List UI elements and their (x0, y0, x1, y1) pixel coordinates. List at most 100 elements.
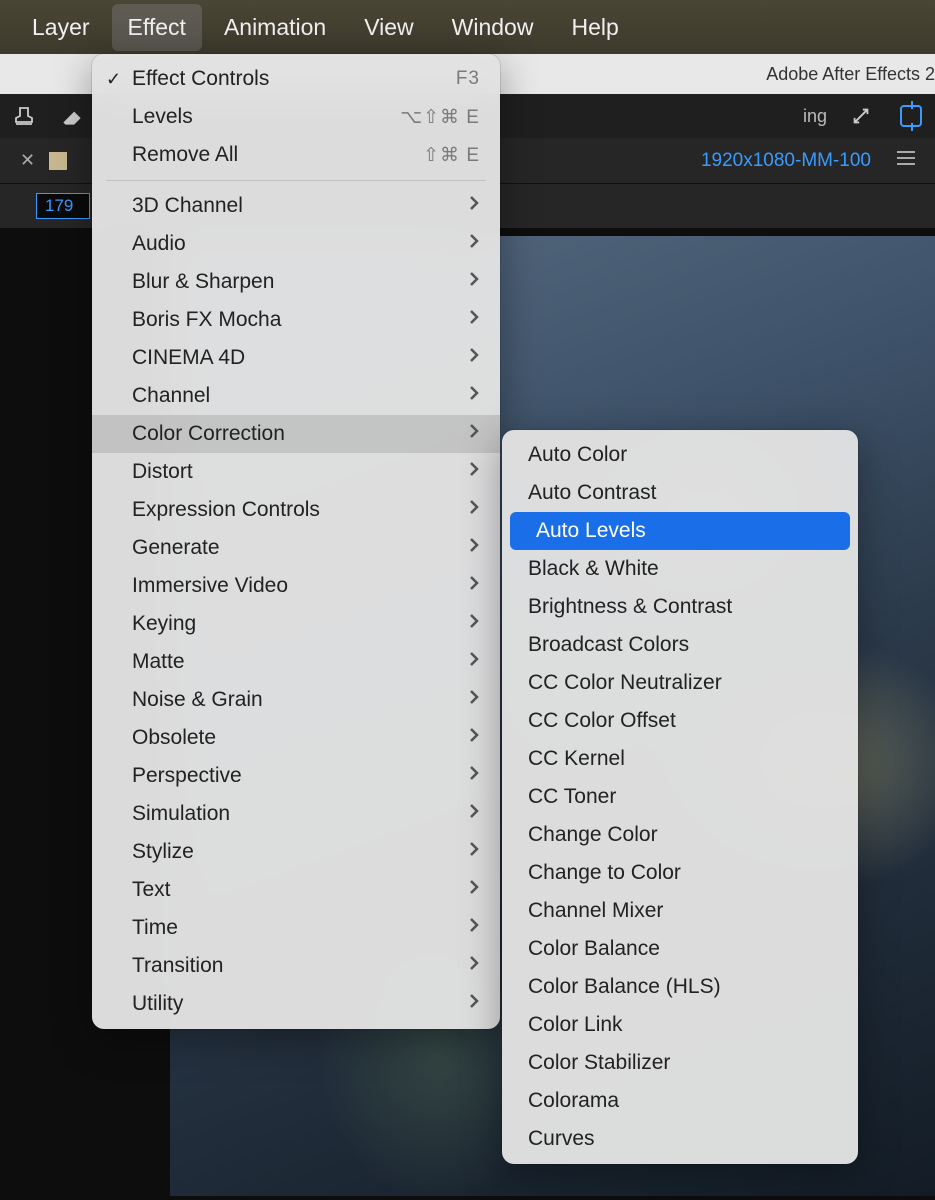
menu-category-time[interactable]: Time (92, 909, 500, 947)
menu-item-label: Keying (132, 612, 196, 636)
close-tab-icon[interactable]: ✕ (20, 150, 35, 171)
menu-category-generate[interactable]: Generate (92, 529, 500, 567)
menu-category-text[interactable]: Text (92, 871, 500, 909)
menu-effect[interactable]: Effect (112, 4, 202, 51)
menu-item-label: CINEMA 4D (132, 346, 245, 370)
submenu-auto-levels[interactable]: Auto Levels (510, 512, 850, 550)
menu-remove-all[interactable]: Remove All ⇧⌘ E (92, 136, 500, 174)
submenu-cc-toner[interactable]: CC Toner (502, 778, 858, 816)
chevron-right-icon (468, 650, 480, 674)
chevron-right-icon (468, 992, 480, 1016)
chevron-right-icon (468, 232, 480, 256)
numeric-input[interactable] (36, 193, 90, 219)
menu-item-label: Matte (132, 650, 185, 674)
menu-item-label: CC Kernel (528, 747, 625, 771)
submenu-change-to-color[interactable]: Change to Color (502, 854, 858, 892)
submenu-cc-color-offset[interactable]: CC Color Offset (502, 702, 858, 740)
menu-item-label: Change to Color (528, 861, 681, 885)
submenu-auto-contrast[interactable]: Auto Contrast (502, 474, 858, 512)
menu-category-audio[interactable]: Audio (92, 225, 500, 263)
menu-item-label: Color Link (528, 1013, 623, 1037)
menu-item-label: Perspective (132, 764, 242, 788)
shortcut-label: F3 (456, 68, 480, 90)
menu-item-label: Color Balance (HLS) (528, 975, 721, 999)
menu-item-label: Time (132, 916, 178, 940)
submenu-channel-mixer[interactable]: Channel Mixer (502, 892, 858, 930)
chevron-right-icon (468, 612, 480, 636)
composition-name[interactable]: 1920x1080-MM-100 (701, 150, 871, 172)
menu-item-label: Levels (132, 105, 193, 129)
snapping-icon[interactable] (895, 100, 927, 132)
menu-category-utility[interactable]: Utility (92, 985, 500, 1023)
submenu-color-stabilizer[interactable]: Color Stabilizer (502, 1044, 858, 1082)
menu-category-immersive-video[interactable]: Immersive Video (92, 567, 500, 605)
menu-item-label: Color Stabilizer (528, 1051, 670, 1075)
submenu-color-balance[interactable]: Color Balance (502, 930, 858, 968)
menu-category-blur-sharpen[interactable]: Blur & Sharpen (92, 263, 500, 301)
chevron-right-icon (468, 536, 480, 560)
panel-menu-icon[interactable] (897, 151, 915, 170)
submenu-black-white[interactable]: Black & White (502, 550, 858, 588)
menu-category-cinema-4d[interactable]: CINEMA 4D (92, 339, 500, 377)
menu-item-label: Color Balance (528, 937, 660, 961)
menu-category-transition[interactable]: Transition (92, 947, 500, 985)
submenu-brightness-contrast[interactable]: Brightness & Contrast (502, 588, 858, 626)
menu-category-color-correction[interactable]: Color Correction (92, 415, 500, 453)
menu-category-expression-controls[interactable]: Expression Controls (92, 491, 500, 529)
submenu-curves[interactable]: Curves (502, 1120, 858, 1158)
menu-item-label: Obsolete (132, 726, 216, 750)
menu-animation[interactable]: Animation (208, 4, 342, 51)
menu-item-label: Auto Contrast (528, 481, 656, 505)
menu-item-label: Color Correction (132, 422, 285, 446)
chevron-right-icon (468, 270, 480, 294)
menu-category-simulation[interactable]: Simulation (92, 795, 500, 833)
submenu-auto-color[interactable]: Auto Color (502, 436, 858, 474)
menu-item-label: Effect Controls (132, 67, 269, 91)
submenu-cc-color-neutralizer[interactable]: CC Color Neutralizer (502, 664, 858, 702)
submenu-colorama[interactable]: Colorama (502, 1082, 858, 1120)
chevron-right-icon (468, 308, 480, 332)
menu-item-label: 3D Channel (132, 194, 243, 218)
chevron-right-icon (468, 384, 480, 408)
menu-levels[interactable]: Levels ⌥⇧⌘ E (92, 98, 500, 136)
menu-window[interactable]: Window (436, 4, 550, 51)
menu-item-label: Channel (132, 384, 210, 408)
menu-category-obsolete[interactable]: Obsolete (92, 719, 500, 757)
menu-view[interactable]: View (348, 4, 429, 51)
menu-item-label: Channel Mixer (528, 899, 663, 923)
submenu-color-balance-hls-[interactable]: Color Balance (HLS) (502, 968, 858, 1006)
chevron-right-icon (468, 802, 480, 826)
chevron-right-icon (468, 460, 480, 484)
menu-effect-controls[interactable]: ✓ Effect Controls F3 (92, 60, 500, 98)
chevron-right-icon (468, 916, 480, 940)
menu-item-label: CC Color Offset (528, 709, 676, 733)
menu-item-label: Generate (132, 536, 220, 560)
submenu-color-link[interactable]: Color Link (502, 1006, 858, 1044)
submenu-change-color[interactable]: Change Color (502, 816, 858, 854)
chevron-right-icon (468, 688, 480, 712)
menu-category-noise-grain[interactable]: Noise & Grain (92, 681, 500, 719)
menu-category-boris-fx-mocha[interactable]: Boris FX Mocha (92, 301, 500, 339)
menu-category-stylize[interactable]: Stylize (92, 833, 500, 871)
menu-category-channel[interactable]: Channel (92, 377, 500, 415)
chevron-right-icon (468, 878, 480, 902)
menu-item-label: Audio (132, 232, 186, 256)
menu-help[interactable]: Help (555, 4, 634, 51)
menu-item-label: Remove All (132, 143, 238, 167)
menu-category-3d-channel[interactable]: 3D Channel (92, 187, 500, 225)
menu-layer[interactable]: Layer (16, 4, 106, 51)
eraser-tool-icon[interactable] (56, 100, 88, 132)
menu-category-distort[interactable]: Distort (92, 453, 500, 491)
menu-item-label: Broadcast Colors (528, 633, 689, 657)
effect-dropdown-menu: ✓ Effect Controls F3 Levels ⌥⇧⌘ E Remove… (92, 54, 500, 1029)
submenu-cc-kernel[interactable]: CC Kernel (502, 740, 858, 778)
menu-category-matte[interactable]: Matte (92, 643, 500, 681)
menu-category-perspective[interactable]: Perspective (92, 757, 500, 795)
chevron-right-icon (468, 954, 480, 978)
submenu-broadcast-colors[interactable]: Broadcast Colors (502, 626, 858, 664)
stamp-tool-icon[interactable] (8, 100, 40, 132)
menu-item-label: Text (132, 878, 171, 902)
expand-icon[interactable] (845, 100, 877, 132)
menu-category-keying[interactable]: Keying (92, 605, 500, 643)
menubar: Layer Effect Animation View Window Help (0, 0, 935, 54)
